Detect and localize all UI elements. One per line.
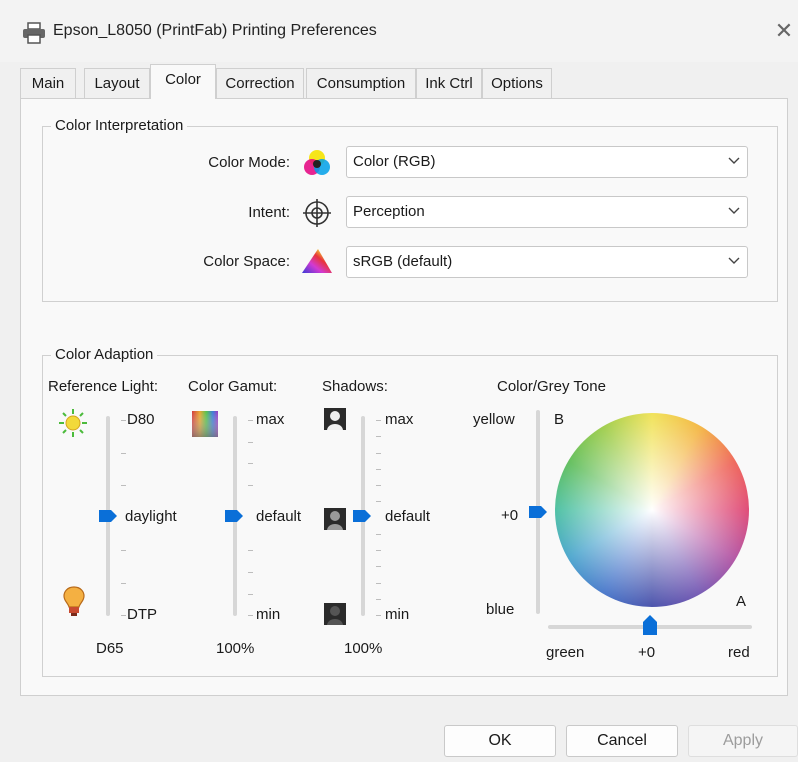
shadows-value: 100% [344, 640, 383, 657]
color-space-label: Color Space: [203, 253, 290, 270]
sun-icon [59, 409, 87, 437]
color-mode-value: Color (RGB) [353, 153, 436, 170]
tab-main[interactable]: Main [20, 68, 76, 98]
shadows-mid-label: default [385, 508, 431, 525]
green-red-thumb[interactable] [642, 614, 658, 636]
ok-button[interactable]: OK [444, 725, 556, 757]
intent-label: Intent: [248, 204, 290, 221]
tab-color[interactable]: Color [150, 64, 216, 99]
color-gamut-bottom-label: min [256, 606, 281, 623]
group-title: Color Adaption [51, 346, 158, 363]
color-mode-label: Color Mode: [208, 154, 290, 171]
reference-light-bottom-label: DTP [127, 606, 157, 623]
horizontal-zero-label: +0 [638, 644, 656, 661]
intent-value: Perception [353, 203, 425, 220]
yellow-label: yellow [473, 411, 515, 428]
color-space-select[interactable]: sRGB (default) [346, 246, 748, 278]
window-title: Epson_L8050 (PrintFab) Printing Preferen… [53, 22, 377, 39]
shadow-default-icon [324, 508, 346, 530]
color-grey-tone-header: Color/Grey Tone [497, 378, 606, 395]
color-gamut-header: Color Gamut: [188, 378, 278, 395]
shadow-max-icon [324, 408, 346, 430]
chevron-down-icon [728, 157, 740, 164]
reference-light-value: D65 [96, 640, 124, 657]
cmy-circles-icon [304, 150, 330, 175]
reference-light-mid-label: daylight [125, 508, 177, 525]
tab-correction[interactable]: Correction [216, 68, 304, 98]
red-label: red [728, 644, 750, 661]
chevron-down-icon [728, 207, 740, 214]
shadows-header: Shadows: [322, 378, 388, 395]
color-gamut-value: 100% [216, 640, 255, 657]
shadow-min-icon [324, 603, 346, 625]
color-mode-select[interactable]: Color (RGB) [346, 146, 748, 178]
color-space-value: sRGB (default) [353, 253, 453, 270]
shadows-thumb[interactable] [352, 509, 372, 523]
tab-options[interactable]: Options [482, 68, 552, 98]
printer-icon [23, 22, 45, 44]
reference-light-top-label: D80 [127, 411, 155, 428]
tab-layout[interactable]: Layout [84, 68, 150, 98]
color-gamut-top-label: max [256, 411, 285, 428]
title-bar: Epson_L8050 (PrintFab) Printing Preferen… [0, 0, 798, 62]
group-title: Color Interpretation [51, 117, 188, 134]
reference-light-header: Reference Light: [48, 378, 159, 395]
printing-preferences-window: Epson_L8050 (PrintFab) Printing Preferen… [0, 0, 798, 762]
apply-button[interactable]: Apply [688, 725, 798, 757]
yellow-blue-thumb[interactable] [528, 505, 548, 519]
gamut-triangle-icon [302, 249, 332, 273]
axis-a-label: A [736, 593, 747, 610]
crosshair-icon [303, 199, 331, 227]
color-gamut-mid-label: default [256, 508, 302, 525]
cancel-button[interactable]: Cancel [566, 725, 678, 757]
shadows-bottom-label: min [385, 606, 410, 623]
intent-select[interactable]: Perception [346, 196, 748, 228]
close-button[interactable]: ✕ [770, 16, 798, 46]
axis-b-label: B [554, 411, 565, 428]
color-wheel[interactable] [555, 413, 749, 607]
color-gamut-icon [192, 411, 218, 437]
blue-label: blue [486, 601, 515, 618]
color-gamut-thumb[interactable] [224, 509, 244, 523]
light-bulb-icon [63, 586, 85, 616]
tab-ink-ctrl[interactable]: Ink Ctrl [416, 68, 482, 98]
chevron-down-icon [728, 257, 740, 264]
shadows-top-label: max [385, 411, 414, 428]
vertical-zero-label: +0 [501, 507, 519, 524]
tab-consumption[interactable]: Consumption [306, 68, 416, 98]
reference-light-thumb[interactable] [98, 509, 118, 523]
green-label: green [546, 644, 585, 661]
